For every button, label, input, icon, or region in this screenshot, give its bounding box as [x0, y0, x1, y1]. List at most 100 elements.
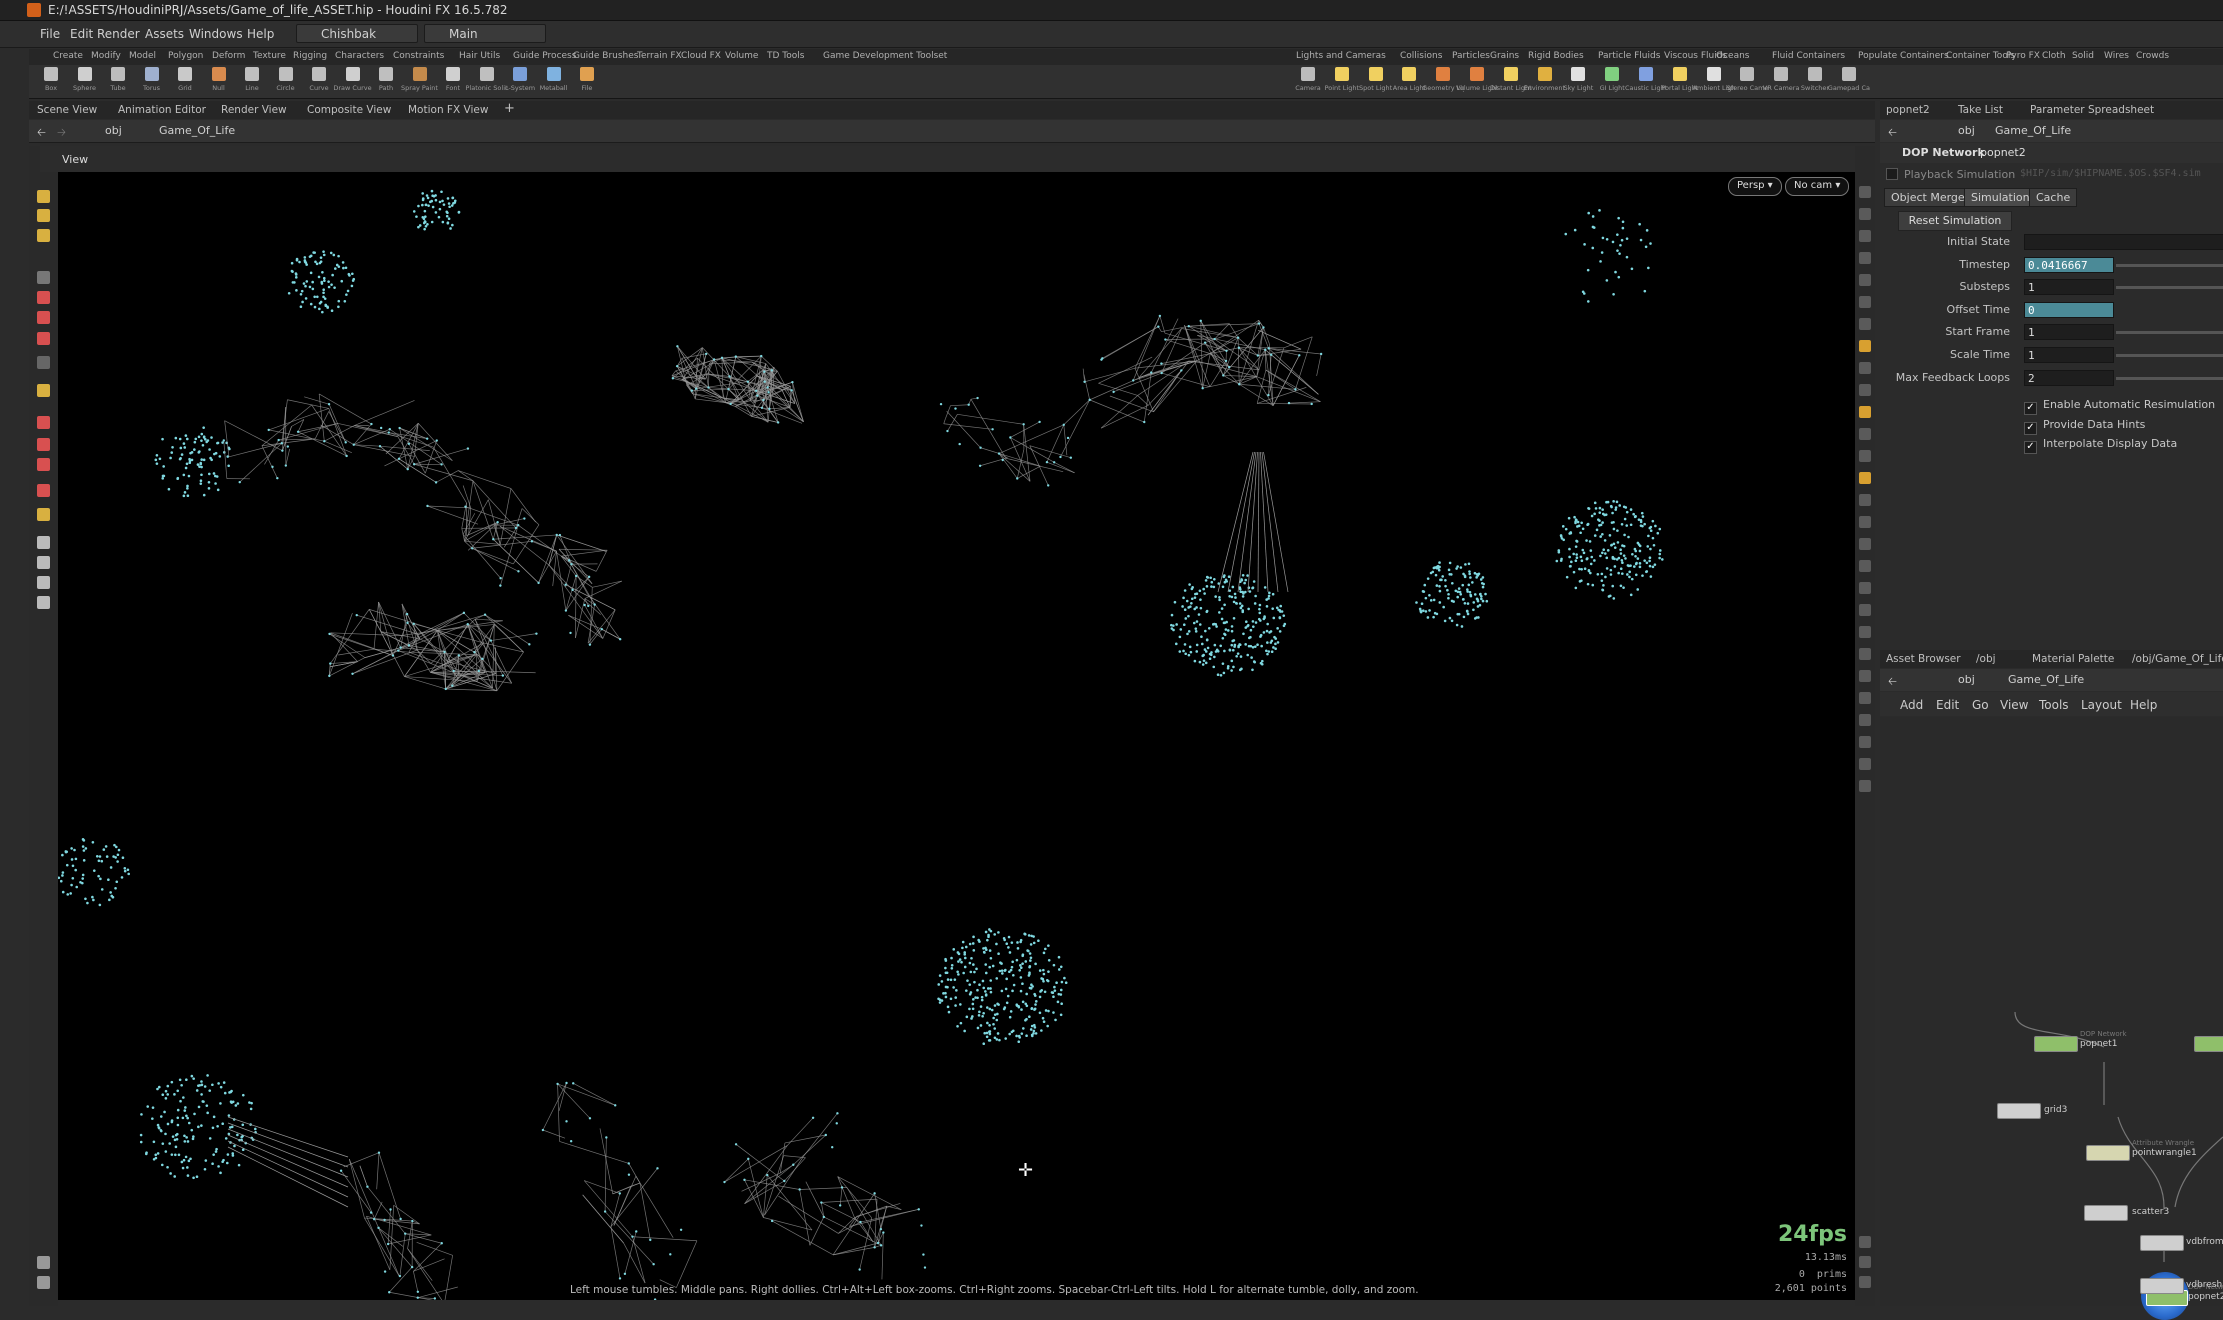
viewport-tool-icon[interactable] — [37, 1256, 50, 1269]
tab-motion-fx-view[interactable]: Motion FX View — [408, 104, 488, 116]
shelf-tab-terrain-fx[interactable]: Terrain FX — [637, 51, 682, 61]
display-option-icon[interactable] — [1859, 1276, 1871, 1288]
shelf-tab-create[interactable]: Create — [53, 51, 83, 61]
camera-menu[interactable]: No cam ▾ — [1785, 177, 1849, 196]
context-selector[interactable]: Main — [424, 24, 546, 43]
tab-composite-view[interactable]: Composite View — [307, 104, 391, 116]
menu-assets[interactable]: Assets — [145, 27, 184, 41]
display-option-icon[interactable] — [1859, 186, 1871, 198]
viewport-tool-icon[interactable] — [37, 438, 50, 451]
tab-animation-editor[interactable]: Animation Editor — [118, 104, 206, 116]
shelf-tab-modify[interactable]: Modify — [91, 51, 121, 61]
menu-help[interactable]: Help — [247, 27, 274, 41]
tab-material-palette[interactable]: Material Palette — [2032, 653, 2114, 665]
tab-obj-game-of-life[interactable]: /obj/Game_Of_Life — [2132, 653, 2223, 665]
shelf-tab-hair-utils[interactable]: Hair Utils — [459, 51, 500, 61]
shelf-tab-polygon[interactable]: Polygon — [168, 51, 203, 61]
checkbox-checked-icon[interactable]: ✓ — [2024, 422, 2037, 435]
checkbox-checked-icon[interactable]: ✓ — [2024, 402, 2037, 415]
net-menu-view[interactable]: View — [2000, 698, 2028, 712]
viewport-tool-icon[interactable] — [37, 291, 50, 304]
shelf-tab-particles[interactable]: Particles — [1452, 51, 1490, 61]
checkbox-row[interactable]: ✓Provide Data Hints — [2024, 418, 2145, 435]
viewport-tool-icon[interactable] — [37, 229, 50, 242]
viewport-tool-icon[interactable] — [37, 332, 50, 345]
shelf-tab-fluid-containers[interactable]: Fluid Containers — [1772, 51, 1845, 61]
reset-simulation-button[interactable]: Reset Simulation — [1898, 211, 2012, 231]
display-option-icon[interactable] — [1859, 406, 1871, 418]
parm-slider[interactable] — [2116, 264, 2223, 267]
viewport-tool-icon[interactable] — [37, 356, 50, 369]
tool-line[interactable]: Line — [237, 66, 267, 96]
display-option-icon[interactable] — [1859, 340, 1871, 352]
shelf-tab-populate-containers[interactable]: Populate Containers — [1858, 51, 1949, 61]
path-root[interactable]: obj — [105, 124, 122, 137]
menu-edit[interactable]: Edit — [70, 27, 93, 41]
param-path-root[interactable]: obj — [1958, 124, 1975, 137]
parm-slider[interactable] — [2116, 354, 2223, 357]
tool-l-system[interactable]: L-System — [505, 66, 535, 96]
checkbox-row[interactable]: ✓Interpolate Display Data — [2024, 437, 2177, 454]
viewport-tool-icon[interactable] — [37, 190, 50, 203]
tab-obj[interactable]: /obj — [1976, 653, 1996, 665]
shelf-tab-guide-process[interactable]: Guide Process — [513, 51, 576, 61]
menu-render[interactable]: Render — [97, 27, 140, 41]
viewport-tool-icon[interactable] — [37, 416, 50, 429]
display-option-icon[interactable] — [1859, 582, 1871, 594]
tool-spray-paint[interactable]: Spray Paint — [405, 66, 435, 96]
display-option-icon[interactable] — [1859, 560, 1871, 572]
node-vdbreshi[interactable] — [2140, 1278, 2184, 1294]
viewport-tool-icon[interactable] — [37, 209, 50, 222]
display-option-icon[interactable] — [1859, 736, 1871, 748]
path-node[interactable]: Game_Of_Life — [159, 124, 235, 137]
viewport-tool-icon[interactable] — [37, 484, 50, 497]
parm-field[interactable]: 2 — [2024, 370, 2114, 386]
param-back-icon[interactable]: 🡠 — [1888, 124, 1897, 143]
display-option-icon[interactable] — [1859, 604, 1871, 616]
node-pointwrangle1[interactable] — [2086, 1145, 2130, 1161]
scene-viewport[interactable]: ✛ Persp ▾ No cam ▾ 24fps 13.13ms 0 prims… — [58, 172, 1855, 1300]
add-tab-icon[interactable]: + — [504, 101, 515, 116]
parm-field[interactable]: 1 — [2024, 279, 2114, 295]
net-menu-help[interactable]: Help — [2130, 698, 2157, 712]
back-arrow-icon[interactable]: 🡠 — [37, 124, 46, 143]
subtab-simulation[interactable]: Simulation — [1964, 188, 2037, 207]
shelf-tab-container-tools[interactable]: Container Tools — [1946, 51, 2015, 61]
display-option-icon[interactable] — [1859, 758, 1871, 770]
parm-field[interactable]: 0 — [2024, 302, 2114, 318]
network-back-icon[interactable]: 🡠 — [1888, 673, 1897, 692]
display-option-icon[interactable] — [1859, 648, 1871, 660]
display-option-icon[interactable] — [1859, 692, 1871, 704]
tool-metaball[interactable]: Metaball — [539, 66, 569, 96]
tool-draw-curve[interactable]: Draw Curve — [338, 66, 368, 96]
node-scatter3[interactable] — [2084, 1205, 2128, 1221]
tool-geometry-light[interactable]: Geometry Light — [1428, 66, 1458, 96]
tool-ambient-light[interactable]: Ambient Light — [1699, 66, 1729, 96]
node-popnet1[interactable] — [2034, 1036, 2078, 1052]
checkbox-checked-icon[interactable]: ✓ — [2024, 441, 2037, 454]
display-option-icon[interactable] — [1859, 318, 1871, 330]
display-option-icon[interactable] — [1859, 714, 1871, 726]
viewport-tool-icon[interactable] — [37, 576, 50, 589]
tab-parameter-spreadsheet[interactable]: Parameter Spreadsheet — [2030, 104, 2154, 116]
net-menu-go[interactable]: Go — [1972, 698, 1989, 712]
shelf-tab-lights-and-cameras[interactable]: Lights and Cameras — [1296, 51, 1386, 61]
shelf-tab-rigid-bodies[interactable]: Rigid Bodies — [1528, 51, 1584, 61]
tool-caustic-light[interactable]: Caustic Light — [1631, 66, 1661, 96]
param-path-node[interactable]: Game_Of_Life — [1995, 124, 2071, 137]
tool-stereo-camera[interactable]: Stereo Camera — [1732, 66, 1762, 96]
shelf-tab-wires[interactable]: Wires — [2104, 51, 2129, 61]
viewport-tool-icon[interactable] — [37, 458, 50, 471]
display-option-icon[interactable] — [1859, 780, 1871, 792]
shelf-tab-constraints[interactable]: Constraints — [393, 51, 444, 61]
display-option-icon[interactable] — [1859, 208, 1871, 220]
display-option-icon[interactable] — [1859, 1256, 1871, 1268]
shelf-tab-particle-fluids[interactable]: Particle Fluids — [1598, 51, 1660, 61]
parm-field[interactable]: 1 — [2024, 324, 2114, 340]
display-option-icon[interactable] — [1859, 670, 1871, 682]
tool-gi-light[interactable]: GI Light — [1597, 66, 1627, 96]
tool-distant-light[interactable]: Distant Light — [1496, 66, 1526, 96]
network-path-node[interactable]: Game_Of_Life — [2008, 673, 2084, 686]
net-menu-tools[interactable]: Tools — [2039, 698, 2069, 712]
menu-windows[interactable]: Windows — [189, 27, 243, 41]
